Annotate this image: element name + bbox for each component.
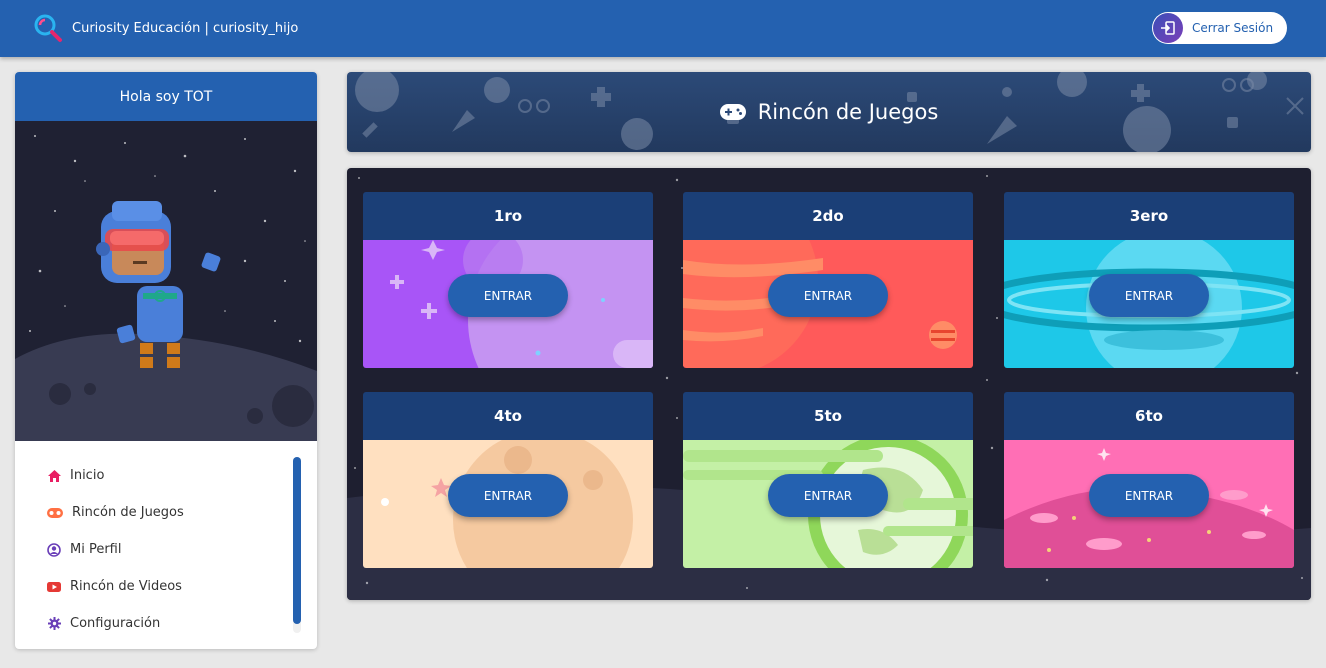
grade-card-art: ENTRAR xyxy=(1004,240,1294,368)
enter-button-2do[interactable]: ENTRAR xyxy=(768,274,888,317)
sidebar-item-configuracion[interactable]: Configuración xyxy=(15,605,317,642)
banner-title: Rincón de Juegos xyxy=(757,100,939,124)
sign-out-icon xyxy=(1153,13,1183,43)
youtube-icon xyxy=(47,580,61,594)
grade-card-title: 4to xyxy=(363,392,653,440)
sidebar: Hola soy TOT Inicio Rincón de Juegos Mi … xyxy=(15,72,317,649)
banner-title-wrap: Rincón de Juegos xyxy=(347,72,1311,152)
games-panel: 1ro ENTRAR 2do ENTRAR 3ero ENTRAR 4to EN… xyxy=(347,168,1311,600)
magnifier-logo-icon xyxy=(34,14,62,42)
grade-card-title: 3ero xyxy=(1004,192,1294,240)
logout-label: Cerrar Sesión xyxy=(1192,21,1274,35)
grade-card-art: ENTRAR xyxy=(363,440,653,568)
grade-card-6to[interactable]: 6to ENTRAR xyxy=(1004,392,1294,568)
grade-card-2do[interactable]: 2do ENTRAR xyxy=(683,192,973,368)
scrollbar-thumb[interactable] xyxy=(293,457,301,624)
home-icon xyxy=(47,469,61,483)
sidebar-item-mi-perfil[interactable]: Mi Perfil xyxy=(15,531,317,568)
grade-card-3ero[interactable]: 3ero ENTRAR xyxy=(1004,192,1294,368)
sidebar-item-label: Rincón de Videos xyxy=(70,579,182,594)
gamepad-icon xyxy=(47,506,63,520)
brand[interactable]: Curiosity Educación | curiosity_hijo xyxy=(32,12,298,44)
grade-card-1ro[interactable]: 1ro ENTRAR xyxy=(363,192,653,368)
user-circle-icon xyxy=(47,542,61,557)
grade-card-art: ENTRAR xyxy=(683,440,973,568)
sidebar-scrollbar[interactable] xyxy=(293,457,301,633)
grade-card-title: 1ro xyxy=(363,192,653,240)
sidebar-nav: Inicio Rincón de Juegos Mi Perfil Rincón… xyxy=(15,441,317,642)
enter-button-5to[interactable]: ENTRAR xyxy=(768,474,888,517)
grade-card-art: ENTRAR xyxy=(1004,440,1294,568)
sidebar-item-label: Inicio xyxy=(70,468,105,483)
grade-card-art: ENTRAR xyxy=(683,240,973,368)
sidebar-item-label: Configuración xyxy=(70,616,161,631)
sidebar-item-label: Mi Perfil xyxy=(70,542,122,557)
section-banner: Rincón de Juegos xyxy=(347,72,1311,152)
enter-button-1ro[interactable]: ENTRAR xyxy=(448,274,568,317)
sidebar-item-rincon-juegos[interactable]: Rincón de Juegos xyxy=(15,494,317,531)
app-title: Curiosity Educación | curiosity_hijo xyxy=(72,20,299,36)
grade-card-title: 6to xyxy=(1004,392,1294,440)
grade-card-title: 2do xyxy=(683,192,973,240)
gamepad-icon xyxy=(719,104,746,120)
gear-icon xyxy=(47,617,61,631)
sidebar-item-inicio[interactable]: Inicio xyxy=(15,457,317,494)
grade-card-5to[interactable]: 5to ENTRAR xyxy=(683,392,973,568)
enter-button-3ero[interactable]: ENTRAR xyxy=(1089,274,1209,317)
sidebar-item-rincon-videos[interactable]: Rincón de Videos xyxy=(15,568,317,605)
grade-card-art: ENTRAR xyxy=(363,240,653,368)
grade-card-4to[interactable]: 4to ENTRAR xyxy=(363,392,653,568)
enter-button-4to[interactable]: ENTRAR xyxy=(448,474,568,517)
enter-button-6to[interactable]: ENTRAR xyxy=(1089,474,1209,517)
grade-card-title: 5to xyxy=(683,392,973,440)
logout-button[interactable]: Cerrar Sesión xyxy=(1152,12,1287,44)
top-bar: Curiosity Educación | curiosity_hijo Cer… xyxy=(0,0,1326,57)
avatar-image xyxy=(15,121,317,441)
sidebar-item-label: Rincón de Juegos xyxy=(72,505,184,520)
sidebar-greeting: Hola soy TOT xyxy=(15,72,317,121)
